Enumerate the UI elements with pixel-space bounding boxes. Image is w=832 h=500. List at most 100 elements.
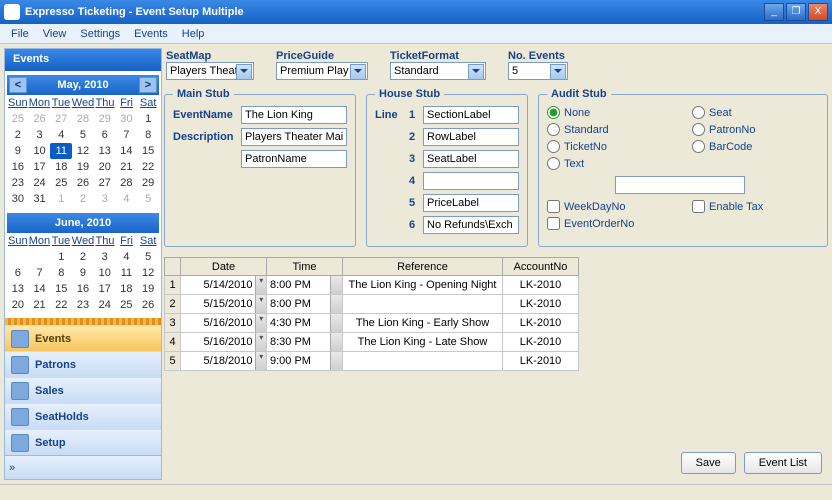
date-dropdown-icon[interactable]: ▾: [255, 276, 266, 294]
housestub-line-6[interactable]: [423, 216, 519, 234]
row-header[interactable]: 5: [165, 352, 181, 371]
calendar-day[interactable]: 18: [116, 281, 138, 297]
col-time[interactable]: Time: [267, 258, 343, 276]
calendar-day[interactable]: 16: [72, 281, 94, 297]
time-cell[interactable]: [267, 333, 330, 351]
time-spinner[interactable]: [330, 352, 342, 370]
maximize-button[interactable]: ❐: [786, 3, 806, 21]
calendar-day[interactable]: 11: [50, 143, 72, 159]
housestub-line-5[interactable]: [423, 194, 519, 212]
calendar-day[interactable]: 5: [137, 191, 159, 207]
calendar-day[interactable]: 9: [7, 143, 29, 159]
audit-barcode-radio[interactable]: BarCode: [692, 140, 819, 153]
calendar-day[interactable]: 8: [50, 265, 72, 281]
calendar-day[interactable]: 2: [116, 313, 138, 314]
calendar-day[interactable]: 23: [7, 175, 29, 191]
calendar-day[interactable]: 24: [94, 297, 116, 313]
weekdayno-checkbox[interactable]: WeekDayNo: [547, 200, 674, 213]
row-header[interactable]: 4: [165, 333, 181, 352]
calendar-day[interactable]: 2: [72, 249, 94, 265]
calendar-day[interactable]: 25: [7, 111, 29, 127]
reference-cell[interactable]: [343, 314, 502, 332]
calendar-day[interactable]: 17: [94, 281, 116, 297]
seatmap-select[interactable]: Players Theater: [166, 62, 254, 80]
calendar-day[interactable]: 27: [94, 175, 116, 191]
close-button[interactable]: X: [808, 3, 828, 21]
nav-setup[interactable]: Setup: [5, 429, 161, 455]
calendar-day[interactable]: 14: [29, 281, 51, 297]
calendar-day[interactable]: 29: [94, 111, 116, 127]
calendar-day[interactable]: 30: [116, 111, 138, 127]
calendar-day[interactable]: 21: [116, 159, 138, 175]
calendar-day[interactable]: 1: [137, 111, 159, 127]
calendar-day[interactable]: 7: [29, 265, 51, 281]
reference-cell[interactable]: [343, 295, 502, 313]
accountno-cell[interactable]: [503, 314, 578, 332]
calendar-day[interactable]: 24: [29, 175, 51, 191]
eventname-input[interactable]: [241, 106, 347, 124]
date-dropdown-icon[interactable]: ▾: [255, 295, 266, 313]
date-dropdown-icon[interactable]: ▾: [255, 314, 266, 332]
calendar-day[interactable]: 6: [94, 127, 116, 143]
minimize-button[interactable]: _: [764, 3, 784, 21]
menu-settings[interactable]: Settings: [73, 26, 127, 42]
calendar-day[interactable]: 3: [94, 191, 116, 207]
col-reference[interactable]: Reference: [343, 258, 503, 276]
accountno-cell[interactable]: [503, 276, 578, 294]
audit-ticketno-radio[interactable]: TicketNo: [547, 140, 674, 153]
calendar-day[interactable]: 3: [29, 127, 51, 143]
calendar-day[interactable]: 4: [50, 127, 72, 143]
audit-seat-radio[interactable]: Seat: [692, 106, 819, 119]
row-header[interactable]: 2: [165, 295, 181, 314]
calendar-day[interactable]: [29, 249, 51, 265]
eventorderno-checkbox[interactable]: EventOrderNo: [547, 217, 674, 230]
date-cell[interactable]: [181, 276, 255, 294]
row-header[interactable]: 3: [165, 314, 181, 333]
calendar-day[interactable]: 28: [72, 111, 94, 127]
calendar-day[interactable]: 27: [50, 111, 72, 127]
calendar-day[interactable]: 20: [94, 159, 116, 175]
menu-help[interactable]: Help: [175, 26, 212, 42]
calendar-day[interactable]: 10: [94, 265, 116, 281]
calendar-day[interactable]: 1: [50, 191, 72, 207]
reference-cell[interactable]: [343, 352, 502, 370]
sidebar-collapse-icon[interactable]: »: [9, 462, 15, 474]
menu-file[interactable]: File: [4, 26, 36, 42]
calendar-day[interactable]: 5: [137, 249, 159, 265]
time-cell[interactable]: [267, 276, 330, 294]
calendar-day[interactable]: 26: [137, 297, 159, 313]
calendar-day[interactable]: 1: [94, 313, 116, 314]
save-button[interactable]: Save: [681, 452, 736, 474]
calendar-day[interactable]: 5: [72, 127, 94, 143]
col-date[interactable]: Date: [181, 258, 267, 276]
nav-events[interactable]: Events: [5, 325, 161, 351]
calendar1-grid[interactable]: 2526272829301234567891011121314151617181…: [7, 111, 159, 207]
date-cell[interactable]: [181, 314, 255, 332]
calendar-day[interactable]: 1: [50, 249, 72, 265]
calendar-day[interactable]: [7, 249, 29, 265]
calendar-day[interactable]: 21: [29, 297, 51, 313]
calendar-day[interactable]: 11: [116, 265, 138, 281]
calendar-day[interactable]: 2: [72, 191, 94, 207]
calendar-day[interactable]: 3: [94, 249, 116, 265]
calendar-day[interactable]: 29: [137, 175, 159, 191]
date-cell[interactable]: [181, 333, 255, 351]
row-header[interactable]: 1: [165, 276, 181, 295]
housestub-line-4[interactable]: [423, 172, 519, 190]
calendar-day[interactable]: 18: [50, 159, 72, 175]
time-spinner[interactable]: [330, 276, 342, 294]
calendar-day[interactable]: 22: [50, 297, 72, 313]
accountno-cell[interactable]: [503, 352, 578, 370]
audit-standard-radio[interactable]: Standard: [547, 123, 674, 136]
audit-text-radio[interactable]: Text: [547, 157, 674, 170]
calendar-day[interactable]: 27: [7, 313, 29, 314]
calendar-day[interactable]: 8: [137, 127, 159, 143]
patronname-input[interactable]: [241, 150, 347, 168]
calendar-day[interactable]: 4: [116, 249, 138, 265]
calendar-day[interactable]: 10: [29, 143, 51, 159]
housestub-line-2[interactable]: [423, 128, 519, 146]
date-dropdown-icon[interactable]: ▾: [255, 333, 266, 351]
calendar-day[interactable]: 13: [7, 281, 29, 297]
calendar-day[interactable]: 17: [29, 159, 51, 175]
audit-patronno-radio[interactable]: PatronNo: [692, 123, 819, 136]
